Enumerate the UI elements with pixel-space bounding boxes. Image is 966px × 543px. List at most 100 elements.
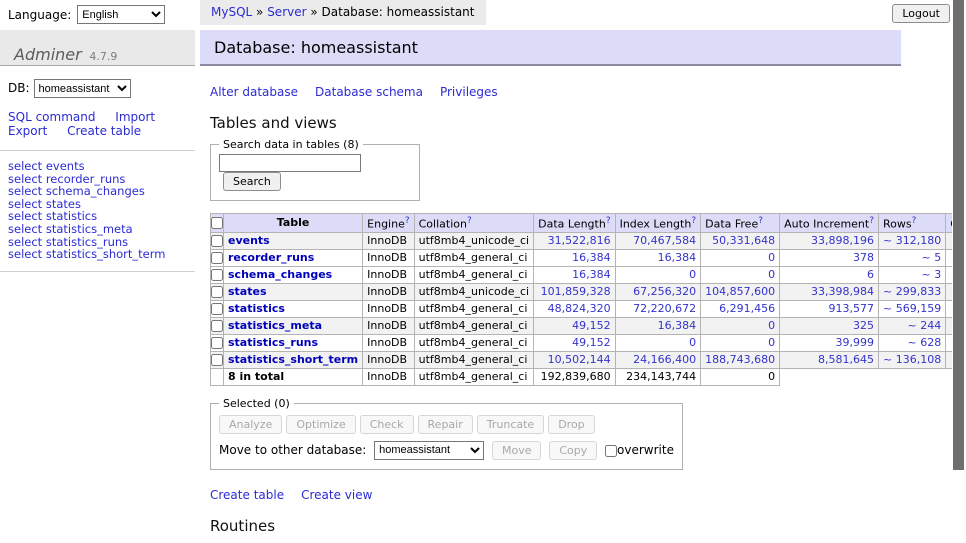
create-table-link[interactable]: Create table	[210, 488, 284, 502]
data-length-link[interactable]: 49,152	[572, 319, 611, 332]
breadcrumb-item-mysql[interactable]: MySQL	[211, 5, 252, 19]
auto-increment-link[interactable]: 33,398,984	[811, 285, 874, 298]
row-checkbox-statistics-meta[interactable]	[211, 320, 223, 332]
optimize-button[interactable]: Optimize	[286, 415, 355, 434]
data-free-link[interactable]: 0	[768, 251, 775, 264]
column-help-link[interactable]: ?	[405, 216, 410, 226]
data-length-link[interactable]: 10,502,144	[548, 353, 611, 366]
data-free-link[interactable]: 50,331,648	[712, 234, 775, 247]
scrollbar-thumb[interactable]	[953, 0, 964, 470]
data-length-link[interactable]: 16,384	[572, 268, 611, 281]
row-checkbox-cell	[211, 266, 224, 283]
data-length-link[interactable]: 31,522,816	[548, 234, 611, 247]
rows-link[interactable]: ~ 569,159	[883, 302, 941, 315]
privileges-link[interactable]: Privileges	[440, 85, 498, 99]
auto-increment-link[interactable]: 6	[867, 268, 874, 281]
table-row-events: eventsInnoDButf8mb4_unicode_ci31,522,816…	[211, 232, 966, 249]
copy-button[interactable]: Copy	[549, 441, 597, 460]
data-free-link[interactable]: 104,857,600	[705, 285, 775, 298]
column-header-label: Table	[277, 216, 310, 229]
selected-fieldset: Selected (0) AnalyzeOptimizeCheckRepairT…	[210, 397, 683, 470]
auto-increment-link[interactable]: 33,898,196	[811, 234, 874, 247]
row-checkbox-statistics-short-term[interactable]	[211, 354, 223, 366]
auto-increment-link[interactable]: 913,577	[829, 302, 875, 315]
import-link[interactable]: Import	[115, 110, 155, 124]
column-help-link[interactable]: ?	[467, 216, 472, 226]
create-table-link[interactable]: Create table	[67, 124, 141, 138]
overwrite-checkbox[interactable]	[605, 445, 617, 457]
rows-link[interactable]: ~ 3	[921, 268, 941, 281]
select-all-checkbox[interactable]	[211, 217, 223, 229]
logout-button[interactable]: Logout	[892, 4, 950, 23]
table-link-schema-changes[interactable]: schema_changes	[228, 268, 332, 281]
column-help-link[interactable]: ?	[606, 216, 611, 226]
index-length-link[interactable]: 0	[689, 268, 696, 281]
export-link[interactable]: Export	[8, 124, 47, 138]
column-help-link[interactable]: ?	[758, 216, 763, 226]
search-input[interactable]	[219, 154, 361, 172]
sql-command-link[interactable]: SQL command	[8, 110, 95, 124]
truncate-button[interactable]: Truncate	[477, 415, 544, 434]
rows-link[interactable]: ~ 628	[907, 336, 941, 349]
alter-database-link[interactable]: Alter database	[210, 85, 298, 99]
drop-button[interactable]: Drop	[548, 415, 594, 434]
index-length-link[interactable]: 70,467,584	[633, 234, 696, 247]
database-schema-link[interactable]: Database schema	[315, 85, 423, 99]
column-help-link[interactable]: ?	[912, 216, 917, 226]
data-length-link[interactable]: 49,152	[572, 336, 611, 349]
index-length-link[interactable]: 24,166,400	[633, 353, 696, 366]
auto-increment-link[interactable]: 325	[853, 319, 874, 332]
rows-link[interactable]: ~ 299,833	[883, 285, 941, 298]
column-help-link[interactable]: ?	[691, 216, 696, 226]
auto-increment-link[interactable]: 378	[853, 251, 874, 264]
create-view-link[interactable]: Create view	[301, 488, 372, 502]
data-free-link[interactable]: 6,291,456	[719, 302, 775, 315]
move-button[interactable]: Move	[492, 441, 542, 460]
data-free-link[interactable]: 0	[768, 268, 775, 281]
data-length-link[interactable]: 101,859,328	[541, 285, 611, 298]
row-checkbox-schema-changes[interactable]	[211, 269, 223, 281]
language-select[interactable]: English	[77, 5, 165, 24]
index-length-link[interactable]: 67,256,320	[633, 285, 696, 298]
table-link-statistics-short-term[interactable]: statistics_short_term	[228, 353, 358, 366]
move-db-select[interactable]: homeassistant	[374, 441, 484, 460]
column-help: ?	[606, 215, 611, 226]
table-link-recorder-runs[interactable]: recorder_runs	[228, 251, 314, 264]
auto-increment-link[interactable]: 8,581,645	[818, 353, 874, 366]
column-header-table: Table	[224, 214, 363, 233]
check-button[interactable]: Check	[360, 415, 414, 434]
row-checkbox-states[interactable]	[211, 286, 223, 298]
data-free-link[interactable]: 0	[768, 319, 775, 332]
index-length-link[interactable]: 16,384	[658, 251, 697, 264]
table-link-statistics-meta[interactable]: statistics_meta	[228, 319, 322, 332]
table-link-statistics-runs[interactable]: statistics_runs	[228, 336, 318, 349]
index-length-link[interactable]: 0	[689, 336, 696, 349]
sidebar-command-links: SQL command Import Export Create table	[0, 110, 195, 151]
table-link-events[interactable]: events	[228, 234, 270, 247]
rows-link[interactable]: ~ 312,180	[883, 234, 941, 247]
analyze-button[interactable]: Analyze	[219, 415, 282, 434]
index-length-link[interactable]: 16,384	[658, 319, 697, 332]
breadcrumb-item-server[interactable]: Server	[267, 5, 306, 19]
rows-link[interactable]: ~ 244	[907, 319, 941, 332]
vertical-scrollbar[interactable]	[952, 0, 966, 543]
search-button[interactable]: Search	[223, 172, 281, 191]
table-link-statistics[interactable]: statistics	[228, 302, 285, 315]
row-checkbox-statistics[interactable]	[211, 303, 223, 315]
column-help-link[interactable]: ?	[869, 216, 874, 226]
sidebar-item-select-statistics-short-term[interactable]: select statistics_short_term	[8, 247, 165, 261]
data-free-link[interactable]: 188,743,680	[705, 353, 775, 366]
repair-button[interactable]: Repair	[418, 415, 473, 434]
data-length-link[interactable]: 16,384	[572, 251, 611, 264]
db-select[interactable]: homeassistant	[34, 79, 131, 98]
row-checkbox-statistics-runs[interactable]	[211, 337, 223, 349]
data-free-link[interactable]: 0	[768, 336, 775, 349]
index-length-link[interactable]: 72,220,672	[633, 302, 696, 315]
rows-link[interactable]: ~ 5	[921, 251, 941, 264]
auto-increment-link[interactable]: 39,999	[836, 336, 875, 349]
table-link-states[interactable]: states	[228, 285, 267, 298]
row-checkbox-recorder-runs[interactable]	[211, 252, 223, 264]
data-length-link[interactable]: 48,824,320	[548, 302, 611, 315]
rows-link[interactable]: ~ 136,108	[883, 353, 941, 366]
row-checkbox-events[interactable]	[211, 235, 223, 247]
